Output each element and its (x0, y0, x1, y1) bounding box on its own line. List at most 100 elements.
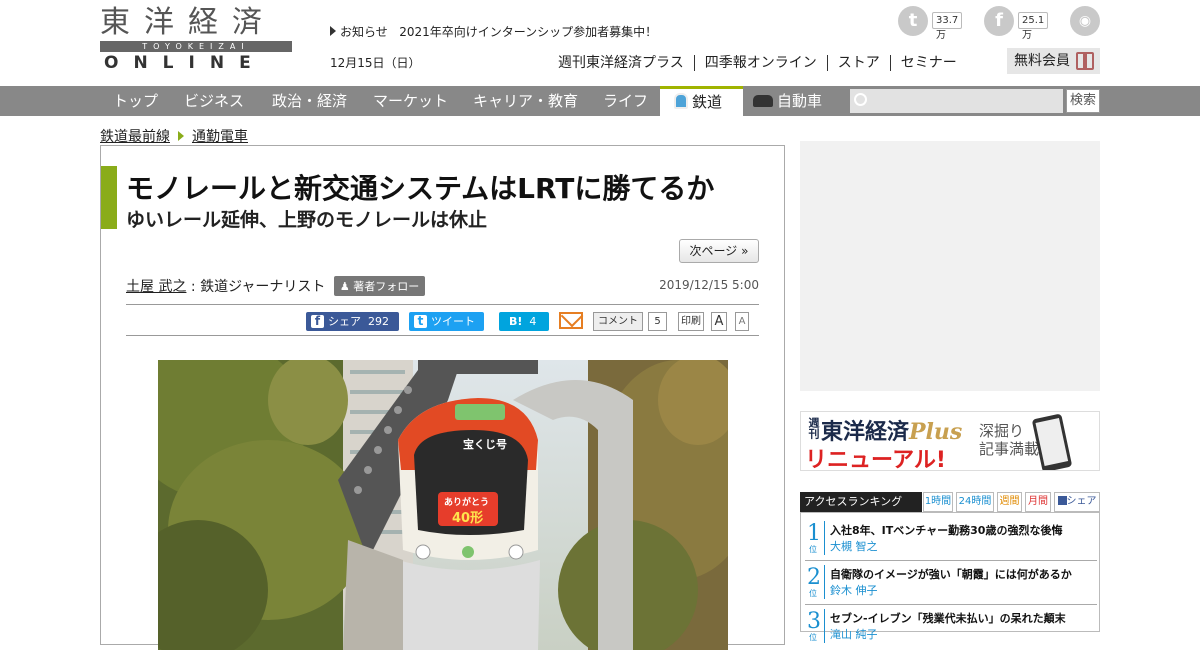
ranking-article-title[interactable]: 入社8年、ITベンチャー勤務30歳の強烈な後悔 (830, 522, 1062, 538)
breadcrumb: 鉄道最前線 通勤電車 (100, 126, 248, 146)
facebook-icon: f (311, 315, 324, 328)
ranking-list: 1 位 入社8年、ITベンチャー勤務30歳の強烈な後悔 大槻 智之 2 位 自衛… (800, 512, 1100, 643)
nav-automobile[interactable]: 自動車 (753, 86, 822, 116)
hatena-count: 4 (529, 315, 537, 328)
ranking-tab-monthly[interactable]: 月間 (1025, 492, 1051, 512)
person-icon: ♟ (339, 280, 350, 293)
ranking-item[interactable]: 1 位 入社8年、ITベンチャー勤務30歳の強烈な後悔 大槻 智之 (805, 517, 1097, 561)
train-icon (674, 93, 688, 109)
ranking-divider (824, 609, 825, 643)
nav-top[interactable]: トップ (113, 86, 158, 116)
author-role: : 鉄道ジャーナリスト (190, 279, 326, 295)
breadcrumb-commuter-train[interactable]: 通勤電車 (192, 129, 248, 145)
smartphone-icon (1031, 413, 1073, 470)
ranking-tab-1hour[interactable]: 1時間 (923, 492, 953, 512)
ranking-article-author[interactable]: 大槻 智之 (830, 538, 878, 554)
news-notice[interactable]: お知らせ 2021年卒向けインターンシップ参加者募集中！ (330, 23, 657, 40)
current-date: 12月15日（日） (330, 56, 421, 70)
photo-sign-top: 宝くじ号 (463, 437, 507, 451)
ranking-tab-share[interactable]: シェア (1054, 492, 1100, 512)
ranking-article-title[interactable]: セブン-イレブン「残業代未払い」の呆れた顛末 (830, 610, 1066, 626)
car-icon (753, 95, 773, 107)
nav-market[interactable]: マーケット (373, 86, 448, 116)
banner-renewal: リニューアル! (805, 448, 946, 471)
site-header: 東洋経済 TOYOKEIZAI ONLINE お知らせ 2021年卒向けインター… (0, 0, 1200, 86)
ranking-item[interactable]: 3 位 セブン-イレブン「残業代未払い」の呆れた顛末 滝山 純子 (805, 605, 1097, 649)
link-store[interactable]: ストア (826, 55, 890, 71)
nav-politics-economy[interactable]: 政治・経済 (272, 86, 347, 116)
logo-kanji: 東洋経済 (100, 5, 276, 40)
next-page-button[interactable]: 次ページ » (679, 239, 759, 263)
nav-business[interactable]: ビジネス (184, 86, 244, 116)
facebook-icon (1057, 496, 1067, 505)
facebook-follower-count: 25.1万 (1018, 12, 1049, 41)
link-weekly-plus[interactable]: 週刊東洋経済プラス (558, 55, 694, 71)
nav-career-education[interactable]: キャリア・教育 (473, 86, 578, 116)
banner-tag1: 深掘り (979, 422, 1025, 440)
ranking-article-author[interactable]: 滝山 純子 (830, 626, 878, 642)
nav-railway[interactable]: 鉄道 (660, 86, 743, 116)
free-member-button[interactable]: 無料会員 (1007, 48, 1100, 74)
ranking-position-suffix: 位 (809, 633, 817, 642)
facebook-icon[interactable]: f (984, 6, 1014, 36)
hatena-bookmark-button[interactable]: B! 4 (499, 312, 549, 331)
banner-prefix: 週刊 (807, 417, 820, 439)
search-input[interactable] (850, 89, 1063, 113)
nav-railway-label: 鉄道 (692, 93, 723, 111)
main-nav: トップ ビジネス 政治・経済 マーケット キャリア・教育 ライフ 鉄道 自動車 … (0, 86, 1200, 116)
link-shikiho[interactable]: 四季報オンライン (693, 55, 827, 71)
ranking-number: 2 (807, 565, 821, 590)
print-button[interactable]: 印刷 (678, 312, 704, 331)
breadcrumb-railway-frontline[interactable]: 鉄道最前線 (100, 129, 170, 145)
ranking-article-author[interactable]: 鈴木 伸子 (830, 582, 878, 598)
rss-icon[interactable]: ◉ (1070, 6, 1100, 36)
author-follow-label: 著者フォロー (353, 280, 420, 293)
hatena-icon: B! (509, 315, 523, 328)
weekly-plus-banner[interactable]: 週刊東洋経済Plus リニューアル! 深掘り 記事満載 (800, 411, 1100, 471)
search-icon (854, 93, 867, 106)
free-member-label: 無料会員 (1014, 53, 1070, 69)
nav-life[interactable]: ライフ (603, 86, 648, 116)
title-accent-bar (101, 166, 117, 229)
article: モノレールと新交通システムはLRTに勝てるか ゆいレール延伸、上野のモノレールは… (100, 145, 785, 650)
ranking-article-title[interactable]: 自衛隊のイメージが強い「朝霞」には何があるか (830, 566, 1072, 582)
gift-icon (1076, 52, 1094, 70)
comment-count: 5 (648, 312, 667, 331)
breadcrumb-arrow-icon (178, 131, 184, 141)
tweet-button[interactable]: t ツイート (409, 312, 484, 331)
news-label: お知らせ (340, 25, 388, 39)
tweet-label: ツイート (431, 315, 475, 328)
news-text[interactable]: 2021年卒向けインターンシップ参加者募集中！ (399, 25, 657, 39)
font-size-small-button[interactable]: A (735, 312, 749, 331)
mail-icon[interactable] (559, 312, 583, 329)
twitter-follower-count: 33.7万 (932, 12, 963, 41)
photo-sign-number: 40形 (452, 511, 483, 526)
font-size-large-button[interactable]: A (711, 312, 727, 331)
comment-button[interactable]: コメント (593, 312, 643, 331)
ranking-tab-share-label: シェア (1066, 496, 1097, 507)
facebook-share-count: 292 (368, 315, 389, 328)
ranking-divider (824, 565, 825, 599)
author-link[interactable]: 土屋 武之 (126, 279, 186, 295)
banner-tagline: 深掘り 記事満載 (979, 422, 1039, 458)
ranking-divider (824, 521, 825, 555)
photo-sign-main: ありがとう (444, 496, 489, 508)
ranking-number: 3 (807, 609, 821, 634)
logo-roman: TOYOKEIZAI (100, 41, 292, 52)
ranking-tab-24hours[interactable]: 24時間 (956, 492, 994, 512)
ranking-item[interactable]: 2 位 自衛隊のイメージが強い「朝霞」には何があるか 鈴木 伸子 (805, 561, 1097, 605)
ranking-number: 1 (807, 521, 821, 546)
link-seminar[interactable]: セミナー (889, 55, 967, 71)
facebook-share-button[interactable]: f シェア 292 (306, 312, 399, 331)
search-button[interactable]: 検索 (1066, 89, 1100, 113)
ranking-position-suffix: 位 (809, 545, 817, 554)
site-logo[interactable]: 東洋経済 TOYOKEIZAI ONLINE (100, 5, 292, 73)
ranking-tab-weekly[interactable]: 週間 (997, 492, 1022, 512)
share-bar: f シェア 292 t ツイート B! 4 コメント 5 印刷 A A (126, 304, 759, 336)
article-photo: 宝くじ号 ありがとう 40形 (158, 360, 728, 650)
twitter-icon[interactable]: t (898, 6, 928, 36)
twitter-icon: t (414, 315, 427, 328)
author-follow-button[interactable]: ♟ 著者フォロー (333, 276, 426, 296)
article-subtitle: ゆいレール延伸、上野のモノレールは休止 (126, 209, 488, 231)
triangle-right-icon (330, 26, 336, 36)
